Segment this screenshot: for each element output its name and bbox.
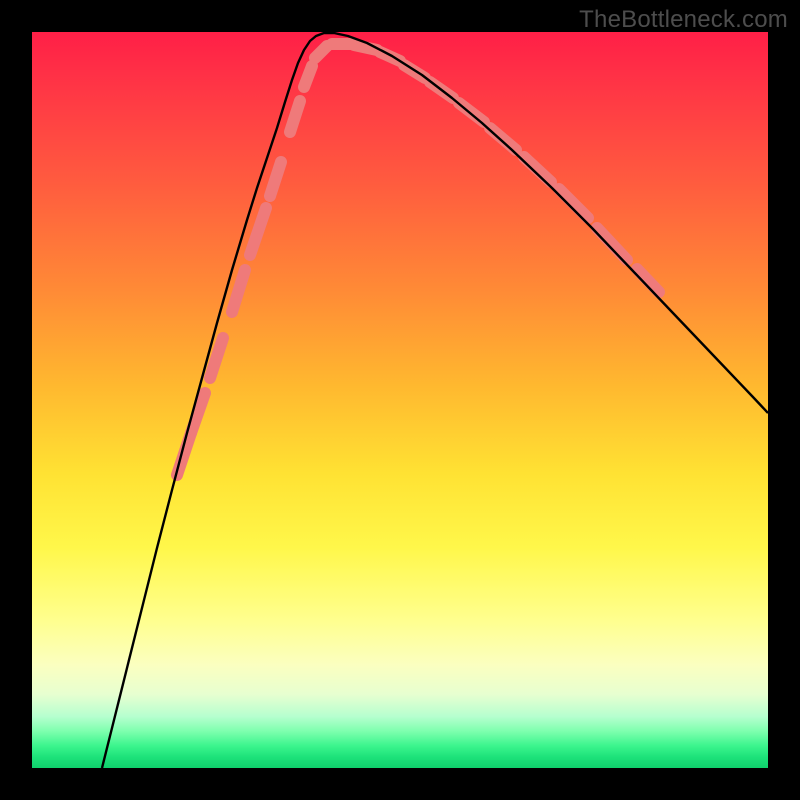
plot-area <box>32 32 768 768</box>
watermark-text: TheBottleneck.com <box>579 6 788 34</box>
marker-dash <box>315 46 327 58</box>
curve-layer <box>32 32 768 768</box>
marker-dash <box>290 101 300 132</box>
marker-dash <box>250 208 266 255</box>
marker-dash <box>232 270 245 312</box>
marker-dash-group <box>177 44 659 475</box>
marker-dash <box>490 128 516 150</box>
marker-dash <box>177 433 191 475</box>
marker-dash <box>559 189 588 218</box>
marker-dash <box>270 162 281 196</box>
marker-dash <box>597 228 627 260</box>
marker-dash <box>637 269 659 292</box>
marker-dash <box>304 66 312 87</box>
chart-frame: TheBottleneck.com <box>0 0 800 800</box>
marker-dash <box>524 157 551 182</box>
